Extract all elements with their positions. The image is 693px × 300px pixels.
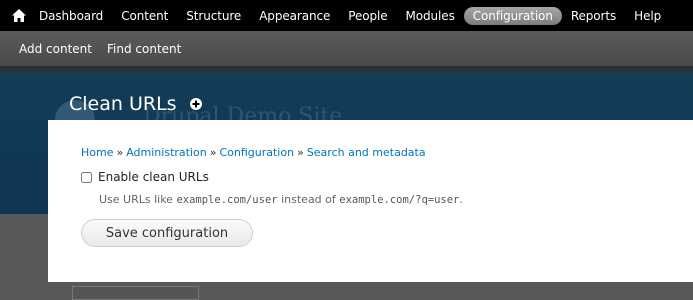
menu-item-modules[interactable]: Modules [397, 6, 464, 26]
breadcrumb-separator: » [116, 146, 124, 159]
description-middle: instead of [277, 193, 340, 206]
menu-item-help[interactable]: Help [625, 6, 670, 26]
shortcuts-bar: Add content Find content [0, 31, 693, 66]
menu-item-dashboard[interactable]: Dashboard [30, 6, 112, 26]
enable-clean-urls-checkbox[interactable] [81, 171, 92, 183]
breadcrumb-administration[interactable]: Administration [126, 146, 207, 159]
breadcrumb-separator: » [297, 146, 304, 159]
clean-urls-option: Enable clean URLs [81, 170, 209, 184]
overlay-content: Home» Administration» Configuration» Search… [48, 120, 693, 282]
breadcrumb-configuration[interactable]: Configuration [219, 146, 294, 159]
menu-item-appearance[interactable]: Appearance [250, 6, 339, 26]
plus-circle-icon [192, 100, 200, 108]
toolbar-shadow [0, 66, 693, 74]
menu-item-configuration[interactable]: Configuration [463, 6, 562, 25]
breadcrumb-search-and-metadata[interactable]: Search and metadata [307, 146, 426, 159]
page-title: Clean URLs [69, 93, 177, 115]
background-search-box [72, 286, 199, 300]
menu-item-content[interactable]: Content [112, 6, 177, 26]
breadcrumb-home[interactable]: Home [81, 146, 113, 159]
enable-clean-urls-label[interactable]: Enable clean URLs [98, 170, 209, 184]
menu-item-people[interactable]: People [339, 6, 396, 26]
save-configuration-button[interactable]: Save configuration [81, 219, 253, 247]
add-shortcut-button[interactable] [189, 98, 202, 110]
breadcrumb-separator: » [209, 146, 217, 159]
description-suffix: . [459, 193, 463, 206]
home-icon [12, 9, 26, 22]
menu-item-reports[interactable]: Reports [562, 6, 625, 26]
admin-toolbar: Dashboard Content Structure Appearance P… [0, 0, 693, 31]
shortcut-find-content[interactable]: Find content [107, 42, 181, 56]
example-clean-url: example.com/user [176, 194, 278, 206]
overlay-title-bar: Clean URLs [69, 93, 202, 115]
home-link[interactable] [8, 0, 30, 31]
menu-item-structure[interactable]: Structure [177, 6, 250, 26]
description-prefix: Use URLs like [99, 193, 177, 206]
clean-urls-description: Use URLs like example.com/user instead o… [99, 193, 463, 206]
breadcrumb: Home» Administration» Configuration» Search… [81, 146, 426, 159]
example-plain-url: example.com/?q=user [339, 194, 460, 206]
shortcut-add-content[interactable]: Add content [19, 42, 92, 56]
